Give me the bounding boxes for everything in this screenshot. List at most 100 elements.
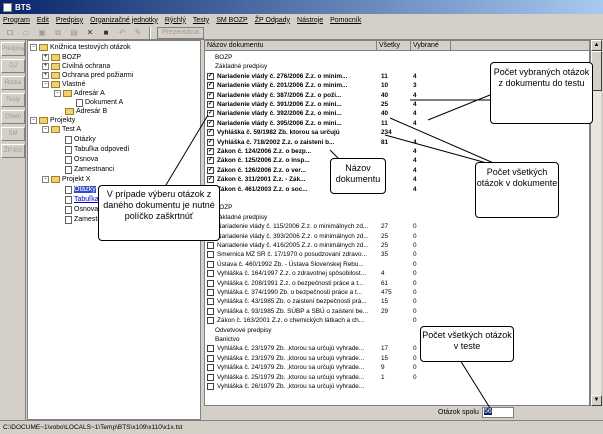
table-row[interactable]: Vyhláška č. 164/1997 Z.z. o zdravotnej s…: [205, 269, 589, 278]
table-row[interactable]: ✓ Zákon č. 124/2006 Z.z. o bezp... 4: [205, 147, 589, 156]
row-checkbox[interactable]: [207, 279, 214, 287]
tree-test-a-tabulka[interactable]: Tabuľka odpovedí: [65, 145, 129, 154]
row-checkbox[interactable]: ✓: [207, 119, 214, 127]
sidebar-sm[interactable]: SM: [1, 127, 25, 141]
sidebar-rizika[interactable]: Rizika: [1, 76, 25, 90]
row-checkbox[interactable]: [207, 373, 214, 381]
table-row[interactable]: Nariadenie vlády č. 393/2006 Z.z. o mini…: [205, 232, 589, 241]
table-row[interactable]: Smernica MZ SR č. 17/1970 o posudzovaní …: [205, 250, 589, 259]
tree-item-vlastne[interactable]: - Vlastné: [42, 80, 85, 89]
row-checkbox[interactable]: ✓: [207, 91, 214, 99]
sidebar-zp-eo[interactable]: ŽP EO: [1, 144, 25, 158]
col-header-all[interactable]: Všetky: [377, 41, 411, 51]
table-row[interactable]: Vyhláška č. 24/1979 Zb. ,ktorou sa určuj…: [205, 363, 589, 372]
all-count-cell: 40: [381, 110, 389, 118]
section-row[interactable]: Odvetvové predpisy: [205, 326, 589, 335]
row-checkbox[interactable]: [207, 383, 214, 390]
folder-icon[interactable]: ▣: [35, 26, 49, 39]
table-row[interactable]: Nariadenie vlády č. 115/2006 Z.z. o mini…: [205, 222, 589, 231]
total-field[interactable]: 56: [482, 407, 514, 418]
row-checkbox[interactable]: [207, 317, 214, 325]
row-checkbox[interactable]: [207, 289, 214, 296]
tree-item-civilna[interactable]: + Civilná ochrana: [42, 62, 110, 71]
tree-projekt-x[interactable]: - Projekt X: [42, 175, 90, 184]
scroll-down-icon[interactable]: ▼: [591, 395, 602, 406]
tree-item-adresar-a[interactable]: - Adresár A: [54, 89, 105, 98]
row-checkbox[interactable]: ✓: [207, 176, 214, 184]
undo-icon[interactable]: ↶: [115, 26, 129, 39]
tree-projekt-x-osnova[interactable]: Osnova: [65, 205, 98, 214]
table-row[interactable]: ✓ Vyhláška č. 59/1982 Zb. ktorou sa určuj…: [205, 128, 589, 137]
table-row[interactable]: Vyhláška č. 26/1979 Zb. ,ktorou sa určuj…: [205, 382, 589, 391]
menu-predpisy[interactable]: Predpisy: [56, 17, 83, 24]
col-header-name[interactable]: Názov dokumentu: [205, 41, 377, 51]
table-row[interactable]: Vyhláška č. 25/1979 Zb. ,ktorou sa určuj…: [205, 373, 589, 382]
sidebar-chem[interactable]: Chem: [1, 110, 25, 124]
edit-icon[interactable]: ✎: [131, 26, 145, 39]
row-checkbox[interactable]: ✓: [207, 157, 214, 165]
table-row[interactable]: Vyhláška č. 208/1991 Z.z. o bezpečnosti …: [205, 279, 589, 288]
table-row[interactable]: Vyhláška č. 374/1990 Zb. o bezpečnosti p…: [205, 288, 589, 297]
row-checkbox[interactable]: ✓: [207, 72, 214, 80]
row-checkbox[interactable]: [207, 251, 214, 259]
delete-icon[interactable]: ✕: [83, 26, 97, 39]
row-checkbox[interactable]: ✓: [207, 166, 214, 174]
row-checkbox[interactable]: [207, 260, 214, 268]
table-row[interactable]: Vyhláška č. 23/1979 Zb. ,ktorou sa určuj…: [205, 354, 589, 363]
tree-item-dokument-a[interactable]: Dokument A: [76, 98, 123, 107]
section-row[interactable]: Banictvo: [205, 335, 589, 344]
row-checkbox[interactable]: ✓: [207, 129, 214, 137]
menu-program[interactable]: Program: [3, 17, 30, 24]
row-checkbox[interactable]: [207, 307, 214, 315]
menu-zp-odpady[interactable]: ŽP Odpady: [255, 17, 290, 24]
save-icon[interactable]: ■: [99, 26, 113, 39]
row-checkbox[interactable]: [207, 270, 214, 278]
row-checkbox[interactable]: [207, 242, 214, 249]
tree-projects[interactable]: - Projekty: [30, 116, 75, 125]
row-checkbox[interactable]: ✓: [207, 101, 214, 108]
tree-item-adresar-b[interactable]: Adresár B: [65, 107, 107, 116]
row-checkbox[interactable]: [207, 345, 214, 353]
row-checkbox[interactable]: ✓: [207, 138, 214, 146]
menu-pomocnik[interactable]: Pomocník: [330, 17, 361, 24]
table-row[interactable]: Ústava č. 460/1992 Zb. - Ústava Slovensk…: [205, 260, 589, 269]
new-icon[interactable]: □: [3, 26, 17, 39]
tree-root[interactable]: - Knižnica testových otázok: [30, 43, 131, 52]
table-row[interactable]: ✓ Vyhláška č. 718/2002 Z.z. o zaistení b.…: [205, 138, 589, 147]
tree-projekt-x-otazky[interactable]: Otázky: [65, 185, 96, 194]
sidebar-oj[interactable]: OJ: [1, 59, 25, 73]
all-count-cell: 15: [381, 354, 389, 362]
paste-icon[interactable]: ▤: [67, 26, 81, 39]
menu-rychly[interactable]: Rýchlý: [165, 17, 186, 24]
row-checkbox[interactable]: [207, 298, 214, 306]
row-checkbox[interactable]: ✓: [207, 82, 214, 90]
menu-testy[interactable]: Testy: [193, 17, 209, 24]
table-row[interactable]: Vyhláška č. 43/1985 Zb. o zaistení bezpe…: [205, 297, 589, 306]
table-row[interactable]: Nariadenie vlády č. 416/2005 Z.z. o mini…: [205, 241, 589, 250]
section-row[interactable]: BOZP: [205, 53, 589, 62]
table-row[interactable]: Vyhláška č. 93/1985 Zb. SÚBP a SBÚ o zai…: [205, 307, 589, 316]
row-checkbox[interactable]: ✓: [207, 110, 214, 118]
tree-test-a-zamestnanci[interactable]: Zamestnanci: [65, 165, 114, 174]
scroll-up-icon[interactable]: ▲: [591, 40, 602, 51]
presentation-button[interactable]: Prezentácia: [157, 26, 204, 39]
row-checkbox[interactable]: [207, 364, 214, 372]
col-header-selected[interactable]: Vybrané: [411, 41, 451, 51]
table-row[interactable]: Zákon č. 163/2001 Z.z. o chemických látk…: [205, 316, 589, 325]
table-row[interactable]: Vyhláška č. 23/1979 Zb. ,ktorou sa určuj…: [205, 344, 589, 353]
tree-test-a-osnova[interactable]: Osnova: [65, 155, 98, 164]
menu-edit[interactable]: Edit: [37, 17, 49, 24]
open-icon[interactable]: ▭: [19, 26, 33, 39]
menu-sm-bozp[interactable]: SM BOZP: [216, 17, 248, 24]
menu-nastroje[interactable]: Nástroje: [297, 17, 323, 24]
tree-test-a[interactable]: - Test A: [42, 125, 81, 134]
tree-item-bozp[interactable]: + BOZP: [42, 53, 81, 62]
tree-test-a-otazky[interactable]: Otázky: [65, 135, 96, 144]
copy-icon[interactable]: ⧉: [51, 26, 65, 39]
row-checkbox[interactable]: ✓: [207, 148, 214, 155]
sidebar-testy[interactable]: Testy: [1, 93, 25, 107]
row-checkbox[interactable]: [207, 354, 214, 362]
menu-org-units[interactable]: Organizačné jednotky: [90, 17, 158, 24]
tree-item-ochrana[interactable]: + Ochrana pred požiarmi: [42, 71, 133, 80]
sidebar-predpisy[interactable]: Predpisy: [1, 42, 25, 56]
